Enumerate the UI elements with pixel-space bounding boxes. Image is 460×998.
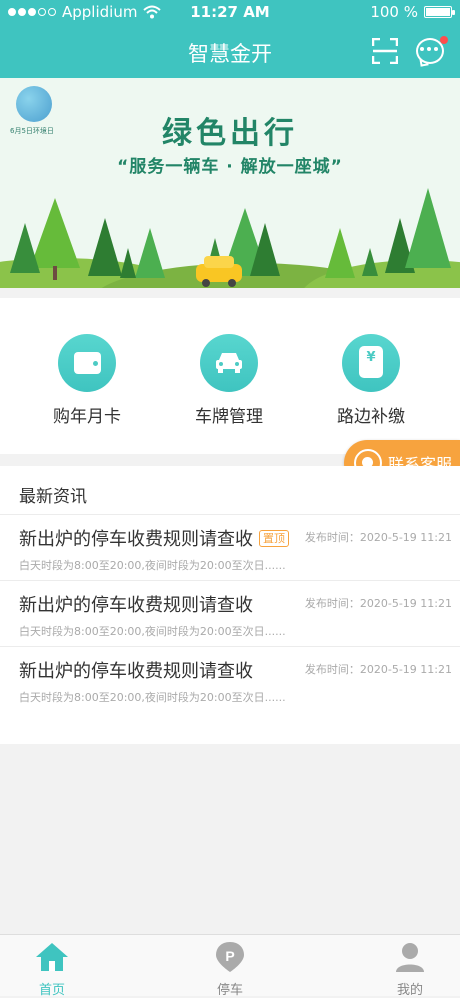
menu-item-label: 车牌管理 <box>195 407 263 427</box>
news-headline: 新出炉的停车收费规则请查收 <box>19 595 253 616</box>
tab-home[interactable]: 首页 <box>12 941 92 998</box>
news-item[interactable]: 新出炉的停车收费规则请查收 白天时段为8:00至20:00,夜间时段为20:00… <box>0 646 460 712</box>
status-bar: Applidium 11:27 AM 100 % <box>0 0 460 24</box>
menu-item-label: 购年月卡 <box>53 407 121 427</box>
menu-item-label: 路边补缴 <box>337 407 405 427</box>
scan-icon[interactable] <box>372 38 398 64</box>
tab-profile[interactable]: 我的 <box>370 941 450 998</box>
news-time: 发布时间：2020-5-19 11:21 <box>304 531 452 544</box>
car-icon <box>216 353 242 373</box>
news-section: 最新资讯 新出炉的停车收费规则请查收 置顶 白天时段为8:00至20:00,夜间… <box>0 466 460 744</box>
message-icon[interactable] <box>416 36 448 66</box>
news-time: 发布时间：2020-5-19 11:21 <box>304 663 452 676</box>
forest-illustration <box>0 188 460 288</box>
bottom-tab-bar: 首页 P 停车 我的 <box>0 934 460 998</box>
user-icon <box>396 943 424 972</box>
news-description: 白天时段为8:00至20:00,夜间时段为20:00至次日...... <box>19 625 286 638</box>
tab-label: 我的 <box>396 983 423 998</box>
tab-label: 停车 <box>216 983 243 998</box>
news-section-title: 最新资讯 <box>19 487 87 507</box>
news-item[interactable]: 新出炉的停车收费规则请查收 白天时段为8:00至20:00,夜间时段为20:00… <box>0 580 460 646</box>
promo-banner[interactable]: 6月5日环境日 绿色出行 “服务一辆车 · 解放一座城” <box>0 78 460 288</box>
banner-subtitle: “服务一辆车 · 解放一座城” <box>117 157 343 177</box>
news-headline: 新出炉的停车收费规则请查收 <box>19 529 253 550</box>
menu-item-yearly-card[interactable]: 购年月卡 <box>22 334 152 427</box>
tab-parking[interactable]: P 停车 <box>190 941 270 998</box>
notification-dot <box>440 36 448 44</box>
pinned-badge: 置顶 <box>259 529 289 547</box>
wallet-icon <box>74 352 101 374</box>
menu-item-roadside-payment[interactable]: ¥ 路边补缴 <box>306 334 436 427</box>
quick-menu: 购年月卡 车牌管理 ¥ 路边补缴 <box>0 298 460 454</box>
battery-percent: 100 % <box>370 3 418 21</box>
news-item[interactable]: 新出炉的停车收费规则请查收 置顶 白天时段为8:00至20:00,夜间时段为20… <box>0 514 460 580</box>
news-time: 发布时间：2020-5-19 11:21 <box>304 597 452 610</box>
battery-icon <box>424 6 455 18</box>
news-description: 白天时段为8:00至20:00,夜间时段为20:00至次日...... <box>19 559 286 572</box>
news-headline: 新出炉的停车收费规则请查收 <box>19 661 253 682</box>
tab-label: 首页 <box>38 983 65 998</box>
home-icon <box>36 943 68 971</box>
money-jar-icon: ¥ <box>359 346 383 378</box>
banner-title: 绿色出行 <box>162 116 298 151</box>
menu-item-plate-management[interactable]: 车牌管理 <box>164 334 294 427</box>
svg-text:P: P <box>225 948 234 964</box>
parking-pin-icon: P <box>216 942 244 972</box>
app-header: Applidium 11:27 AM 100 % 智慧金开 <box>0 0 460 78</box>
news-description: 白天时段为8:00至20:00,夜间时段为20:00至次日...... <box>19 691 286 704</box>
